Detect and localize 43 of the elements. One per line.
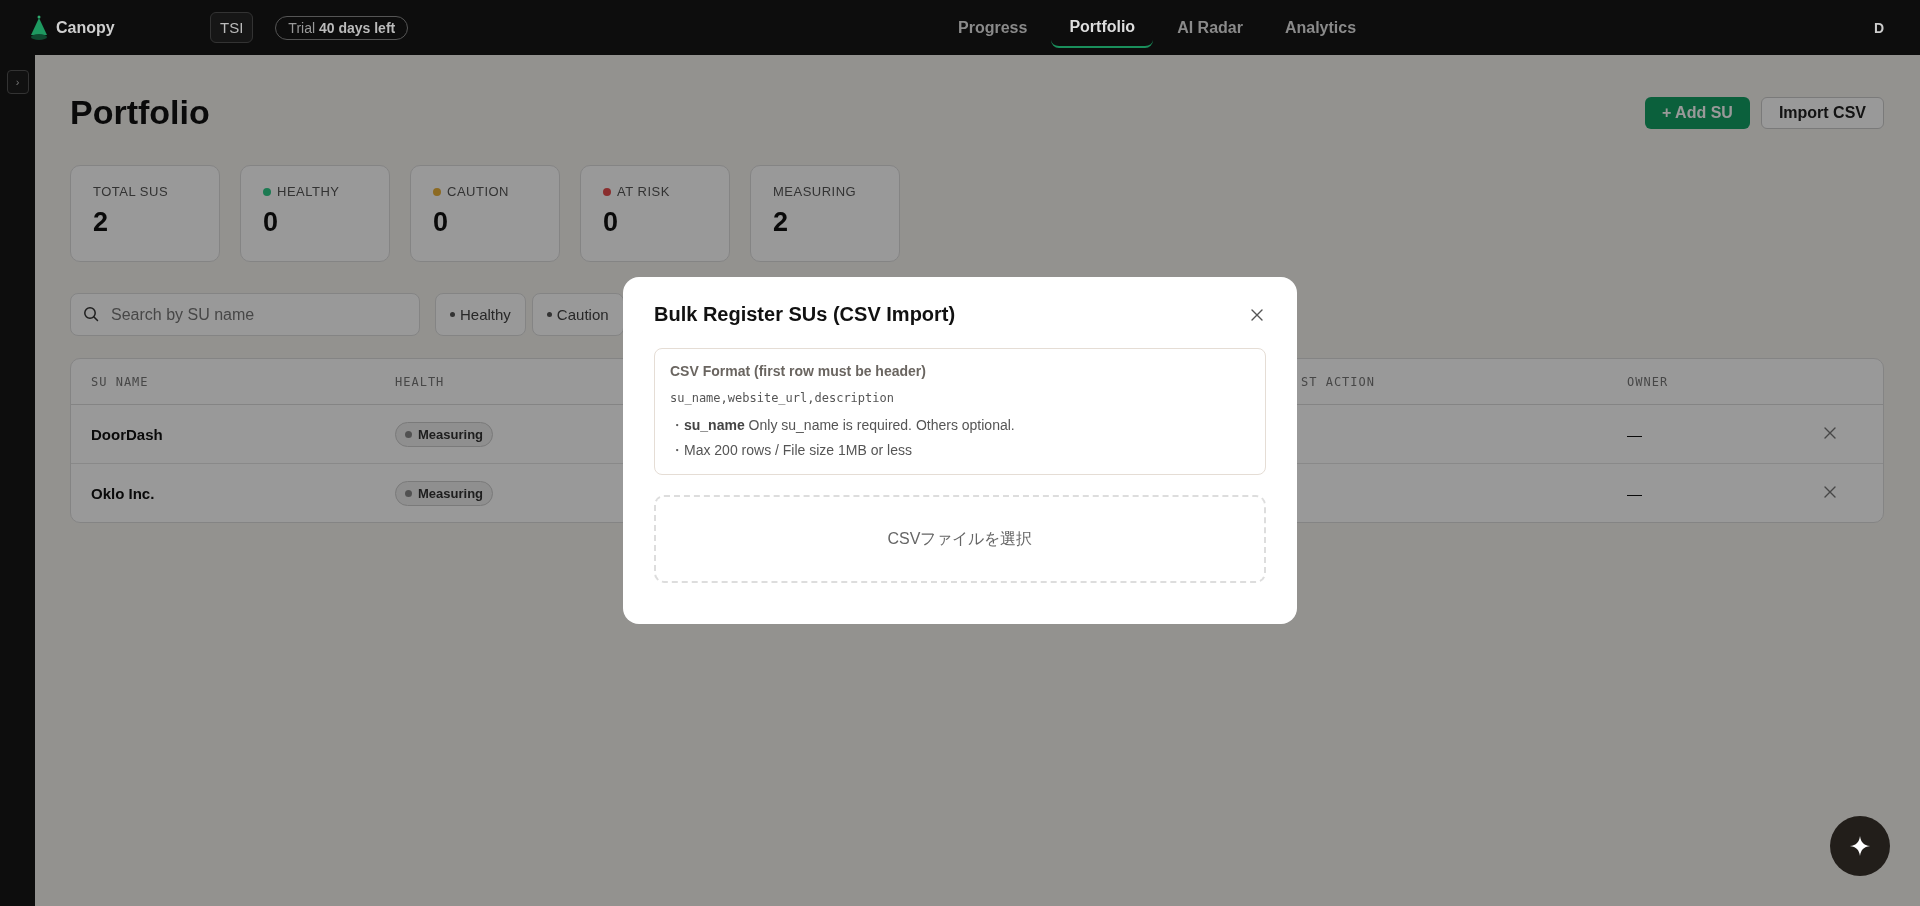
brand-name: Canopy bbox=[56, 18, 115, 37]
filter-chip[interactable]: Caution bbox=[531, 293, 624, 336]
delete-icon[interactable] bbox=[1823, 484, 1837, 499]
stat-label: MEASURING bbox=[773, 184, 857, 199]
delete-icon[interactable] bbox=[1823, 425, 1837, 440]
nav-tab[interactable]: Progress bbox=[940, 7, 1046, 48]
column-header: OWNER bbox=[1627, 374, 1670, 389]
format-title: CSV Format (first row must be header) bbox=[670, 363, 927, 379]
table-cell: — bbox=[1627, 425, 1642, 443]
column-header: SU NAME bbox=[91, 374, 150, 389]
stat-value: 2 bbox=[93, 207, 109, 237]
nav-tab[interactable]: Portfolio bbox=[1051, 7, 1154, 48]
assistant-button[interactable] bbox=[1830, 816, 1890, 876]
dialog-title: Bulk Register SUs (CSV Import) bbox=[654, 303, 956, 326]
stat-label: CAUTION bbox=[447, 184, 509, 199]
stat-value: 2 bbox=[773, 207, 789, 237]
stat-label: TOTAL SUS bbox=[93, 184, 169, 199]
column-header: ST ACTION bbox=[1301, 374, 1377, 389]
search-field[interactable]: Search by SU name bbox=[70, 293, 420, 336]
sparkle-icon bbox=[1849, 835, 1871, 857]
filter-chip[interactable]: Healthy bbox=[435, 293, 526, 336]
nav-tab[interactable]: Analytics bbox=[1266, 7, 1375, 48]
table-cell-text: DoorDash bbox=[91, 425, 164, 443]
organization-button[interactable]: TSI bbox=[210, 12, 254, 43]
tree-icon bbox=[30, 14, 48, 41]
file-select-dropzone[interactable]: CSVファイルを選択 bbox=[654, 495, 1266, 583]
table-cell: — bbox=[1627, 484, 1642, 502]
stat-value: 0 bbox=[603, 207, 619, 237]
sidebar-toggle-button[interactable]: › bbox=[6, 70, 29, 94]
stat-label: AT RISK bbox=[617, 184, 670, 199]
import-button[interactable]: Import CSV bbox=[1760, 97, 1884, 129]
stat-value: 0 bbox=[263, 207, 279, 237]
format-note: ・Max 200 rows / File size 1MB or less bbox=[670, 442, 913, 460]
health-badge: Measuring bbox=[395, 421, 493, 447]
column-header: HEALTH bbox=[395, 374, 446, 389]
format-note: ・su_name Only su_name is required. Others optional. bbox=[670, 417, 1016, 435]
health-badge: Measuring bbox=[395, 480, 493, 506]
nav-tab[interactable]: AI Radar bbox=[1159, 7, 1261, 48]
table-cell-text: Oklo Inc. bbox=[91, 484, 156, 502]
stat-label: HEALTHY bbox=[277, 184, 340, 199]
stat-value: 0 bbox=[433, 207, 449, 237]
format-example: su_name,website_url,description bbox=[670, 391, 895, 405]
page-title: Portfolio bbox=[70, 93, 210, 132]
